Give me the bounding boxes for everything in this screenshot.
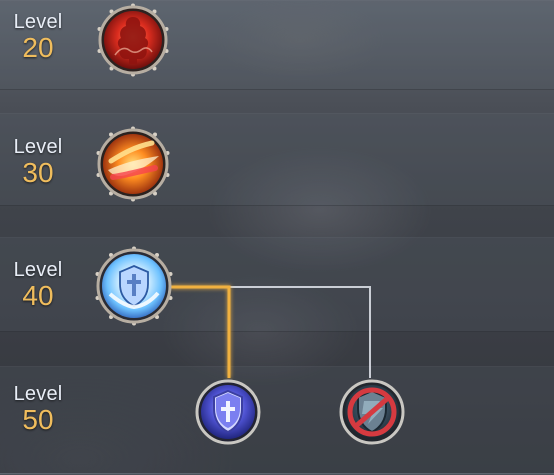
rage-fist-icon (97, 3, 169, 77)
level-label-30: Level 30 (6, 137, 70, 187)
level-number: 50 (22, 404, 54, 435)
level-number: 40 (22, 280, 54, 311)
level-row-20 (0, 0, 554, 90)
level-label-20: Level 20 (6, 12, 70, 62)
flame-slash-icon (96, 126, 170, 202)
level-row-30 (0, 113, 554, 206)
skill-node-level-50-option-1[interactable] (194, 378, 262, 446)
level-row-50 (0, 366, 554, 475)
level-number: 20 (22, 32, 54, 63)
level-row-40 (0, 237, 554, 332)
cross-shield-icon (195, 379, 261, 445)
level-word: Level (13, 11, 63, 33)
level-word: Level (13, 383, 63, 405)
skill-node-level-20[interactable] (96, 3, 170, 77)
no-shield-icon (339, 379, 405, 445)
level-word: Level (13, 136, 63, 158)
holy-shield-icon (95, 246, 173, 326)
skill-node-level-50-option-2[interactable] (338, 378, 406, 446)
skill-node-level-40[interactable] (94, 246, 174, 326)
level-label-50: Level 50 (6, 384, 70, 434)
skill-node-level-30[interactable] (95, 126, 171, 202)
level-label-40: Level 40 (6, 260, 70, 310)
level-word: Level (13, 259, 63, 281)
level-number: 30 (22, 157, 54, 188)
